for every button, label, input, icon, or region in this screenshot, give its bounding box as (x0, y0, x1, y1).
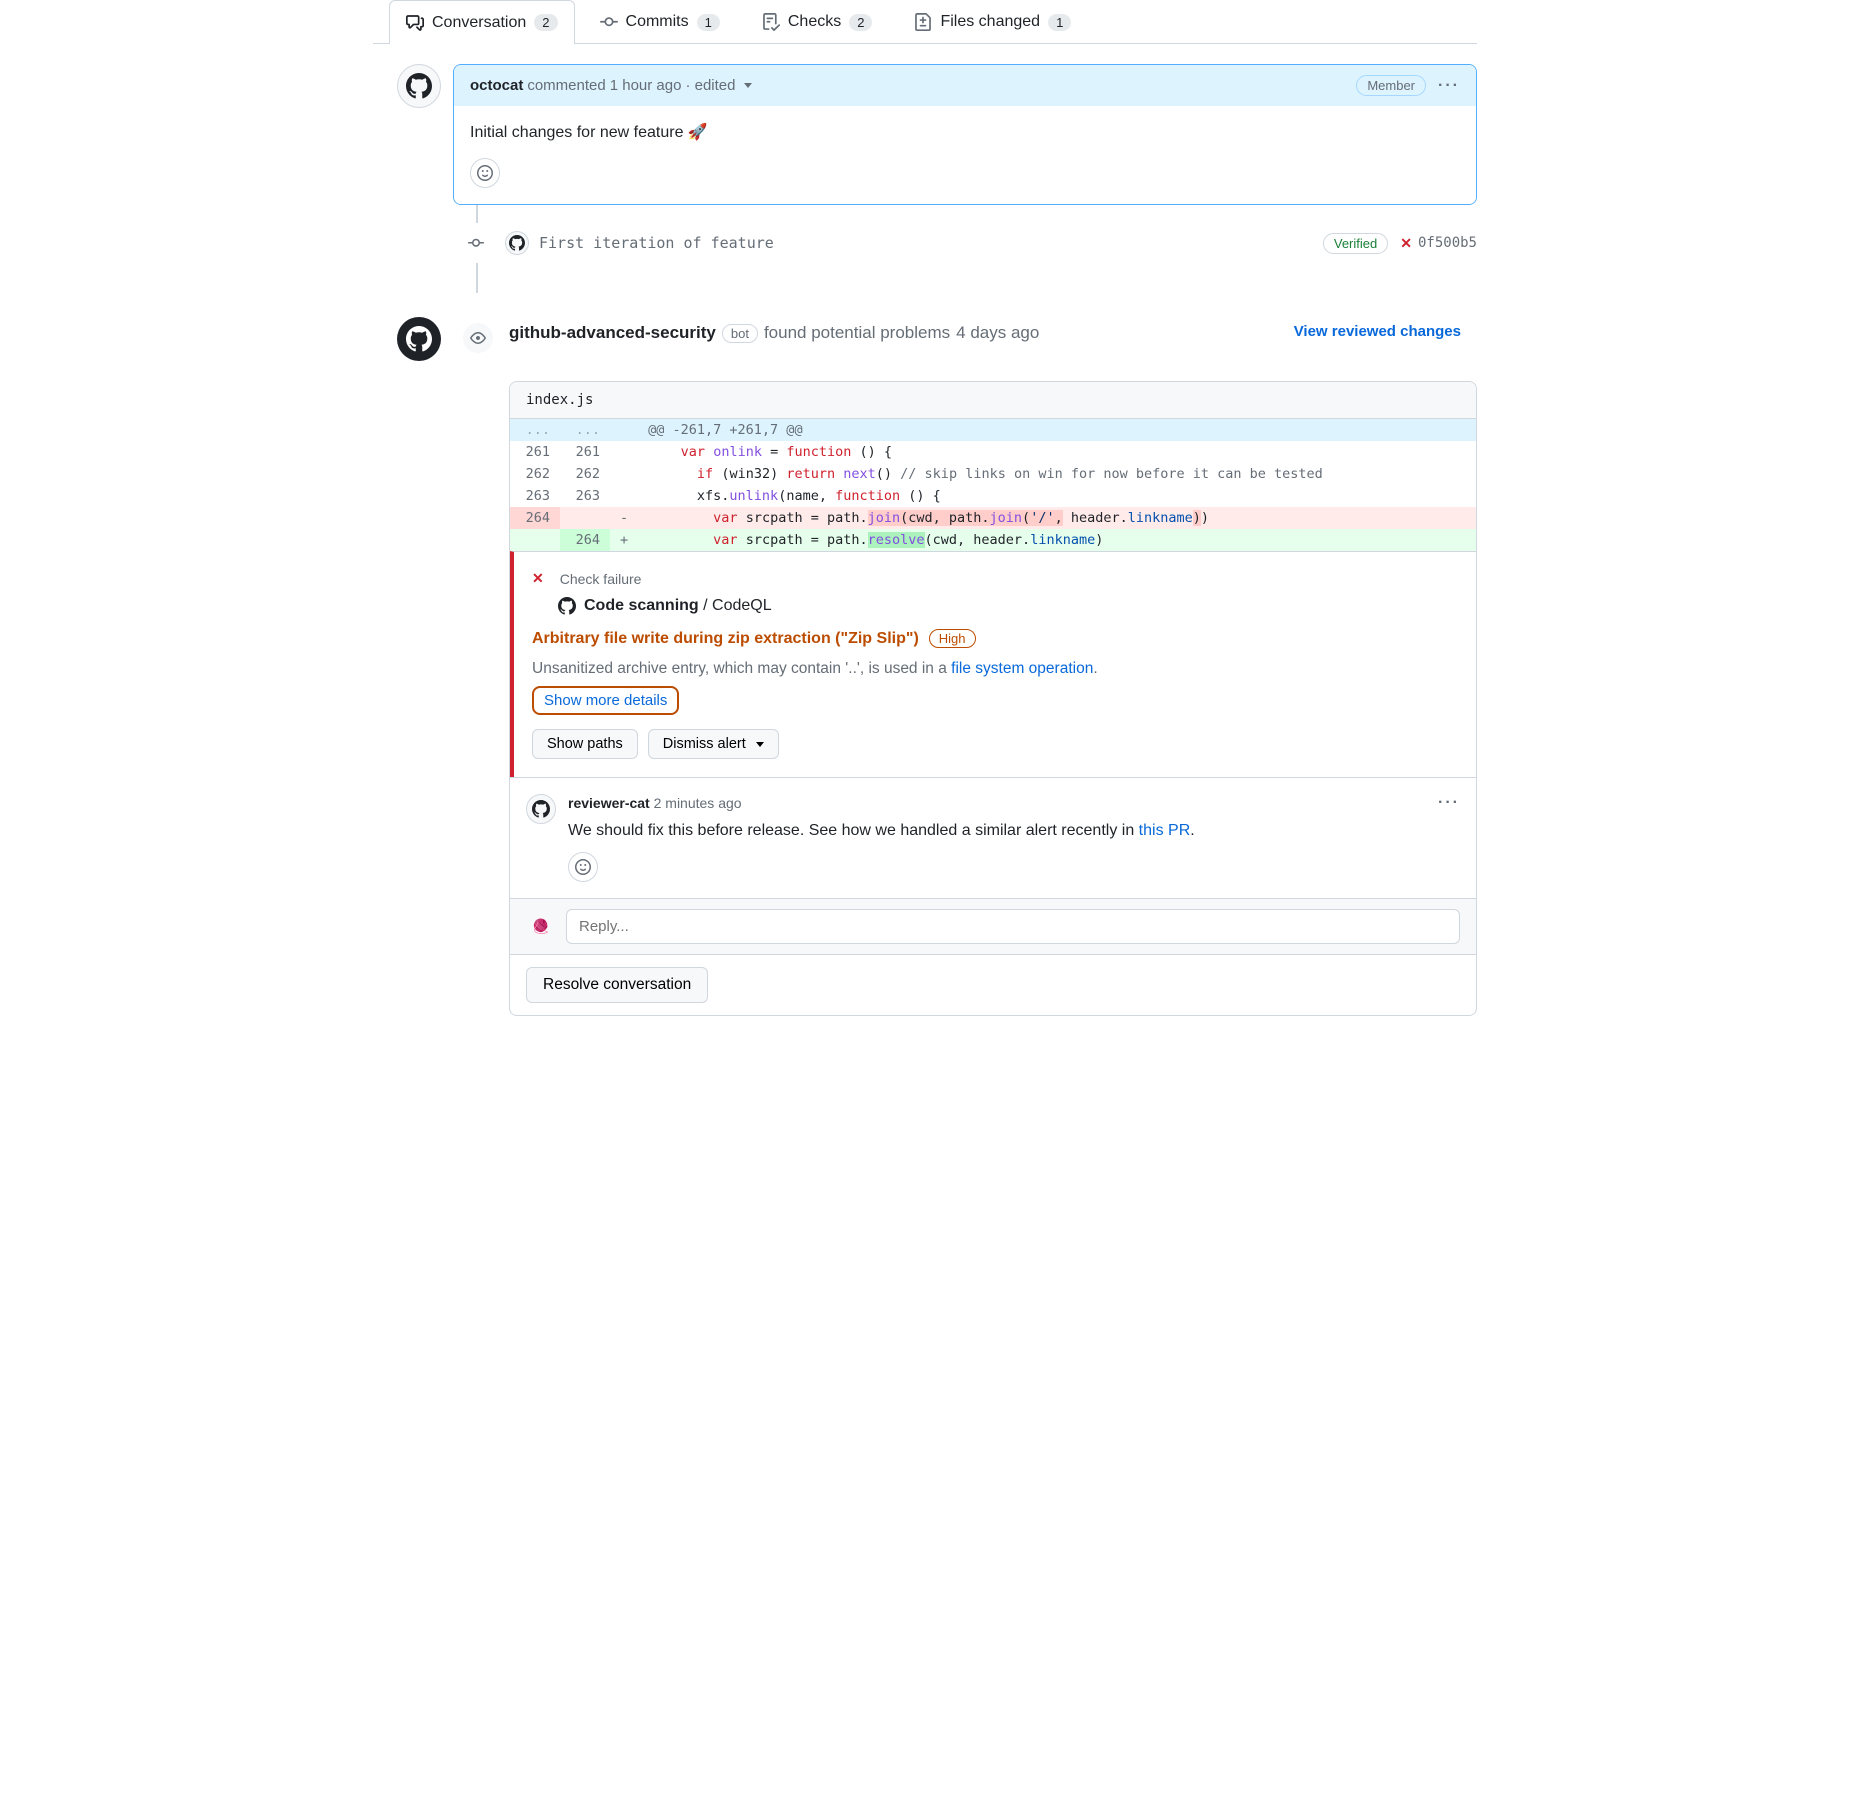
git-commit-icon (600, 13, 618, 31)
review-action: found potential problems (764, 323, 950, 343)
caret-down-icon (756, 742, 764, 747)
verified-badge[interactable]: Verified (1323, 233, 1388, 254)
inline-comment: reviewer-cat 2 minutes ago ··· We should… (510, 777, 1476, 898)
view-reviewed-changes-link[interactable]: View reviewed changes (1294, 317, 1477, 340)
comment-body-text: Initial changes for new feature 🚀 (470, 124, 708, 141)
commit-avatar[interactable] (505, 231, 529, 255)
comment-kebab-menu[interactable]: ··· (1438, 77, 1460, 95)
severity-badge: High (929, 629, 976, 648)
member-badge: Member (1356, 75, 1426, 96)
alert-description: Unsanitized archive entry, which may con… (532, 660, 951, 677)
comment-time[interactable]: 1 hour ago (610, 77, 682, 94)
tab-files[interactable]: Files changed 1 (897, 0, 1088, 43)
codeql-label: / CodeQL (699, 597, 772, 614)
tab-conversation[interactable]: Conversation 2 (389, 0, 575, 44)
show-more-highlight: Show more details (532, 686, 679, 715)
tab-conversation-count: 2 (534, 14, 557, 31)
resolve-row: Resolve conversation (510, 954, 1476, 1015)
comment-header: octocat commented 1 hour ago · edited Me… (454, 65, 1476, 106)
review-time: 4 days ago (956, 323, 1039, 343)
github-mark-icon (406, 326, 432, 352)
tab-conversation-label: Conversation (432, 14, 526, 32)
inline-comment-text: We should fix this before release. See h… (568, 822, 1139, 839)
comment-action: commented (527, 77, 605, 94)
review-header-row: github-advanced-security bot found poten… (373, 293, 1477, 361)
comment-box-main: octocat commented 1 hour ago · edited Me… (453, 64, 1477, 205)
diff-file-name[interactable]: index.js (510, 382, 1476, 419)
resolve-conversation-button[interactable]: Resolve conversation (526, 967, 708, 1003)
commit-icon (467, 234, 485, 252)
avatar-octocat[interactable] (397, 64, 441, 108)
alert-description-link[interactable]: file system operation (951, 660, 1093, 677)
bot-badge: bot (722, 324, 758, 343)
comment-author[interactable]: octocat (470, 77, 523, 94)
comment-discussion-icon (406, 14, 424, 32)
diff-table: ...... @@ -261,7 +261,7 @@ 261261 var on… (510, 419, 1476, 551)
add-reaction-button[interactable] (470, 158, 500, 188)
tab-commits-label: Commits (626, 13, 689, 31)
cat-avatar-icon (532, 800, 550, 818)
reply-input[interactable] (566, 909, 1460, 944)
tab-files-label: Files changed (940, 13, 1040, 31)
tab-checks-label: Checks (788, 13, 841, 31)
inline-kebab-menu[interactable]: ··· (1438, 794, 1460, 812)
reply-row: 🧶 (510, 898, 1476, 954)
alert-title[interactable]: Arbitrary file write during zip extracti… (532, 630, 919, 648)
status-fail-icon[interactable]: ✕ (1400, 235, 1412, 252)
tab-files-count: 1 (1048, 14, 1071, 31)
tab-checks-count: 2 (849, 14, 872, 31)
code-scanning-label: Code scanning (584, 597, 699, 614)
dismiss-alert-button[interactable]: Dismiss alert (648, 729, 779, 759)
file-diff-icon (914, 13, 932, 31)
review-author[interactable]: github-advanced-security (509, 323, 716, 343)
x-icon: ✕ (532, 570, 544, 587)
comment-body: Initial changes for new feature 🚀 (454, 106, 1476, 204)
commit-sha[interactable]: 0f500b5 (1418, 235, 1477, 251)
tab-checks[interactable]: Checks 2 (745, 0, 890, 43)
inline-author[interactable]: reviewer-cat (568, 795, 650, 811)
review-card: index.js ...... @@ -261,7 +261,7 @@ 2612… (509, 381, 1477, 1016)
octocat-small-icon (509, 235, 525, 251)
edited-caret-icon[interactable] (744, 83, 752, 88)
check-failure-label: Check failure (560, 571, 642, 587)
show-more-details-link[interactable]: Show more details (544, 692, 667, 709)
diff-hunk-header: @@ -261,7 +261,7 @@ (638, 419, 1476, 441)
avatar-reviewer-cat[interactable] (526, 794, 556, 824)
smiley-icon (575, 859, 591, 875)
tab-commits[interactable]: Commits 1 (583, 0, 737, 43)
show-paths-button[interactable]: Show paths (532, 729, 638, 759)
pr-tabs: Conversation 2 Commits 1 Checks 2 Files … (373, 0, 1477, 44)
tab-commits-count: 1 (697, 14, 720, 31)
inline-time: 2 minutes ago (654, 795, 742, 811)
octocat-avatar-icon (406, 73, 432, 99)
code-scanning-alert: ✕ Check failure Code scanning / CodeQL A… (510, 551, 1476, 777)
this-pr-link[interactable]: this PR (1139, 822, 1191, 839)
comment-edited: · edited (685, 77, 735, 94)
commit-row: First iteration of feature Verified ✕ 0f… (467, 223, 1477, 263)
commit-message[interactable]: First iteration of feature (539, 234, 1323, 252)
inline-reaction-button[interactable] (568, 852, 598, 882)
smiley-icon (477, 165, 493, 181)
avatar-current-user[interactable]: 🧶 (526, 912, 556, 942)
checklist-icon (762, 13, 780, 31)
review-eye-icon (461, 321, 495, 355)
github-logo-icon (558, 597, 576, 615)
avatar-github-bot[interactable] (397, 317, 441, 361)
